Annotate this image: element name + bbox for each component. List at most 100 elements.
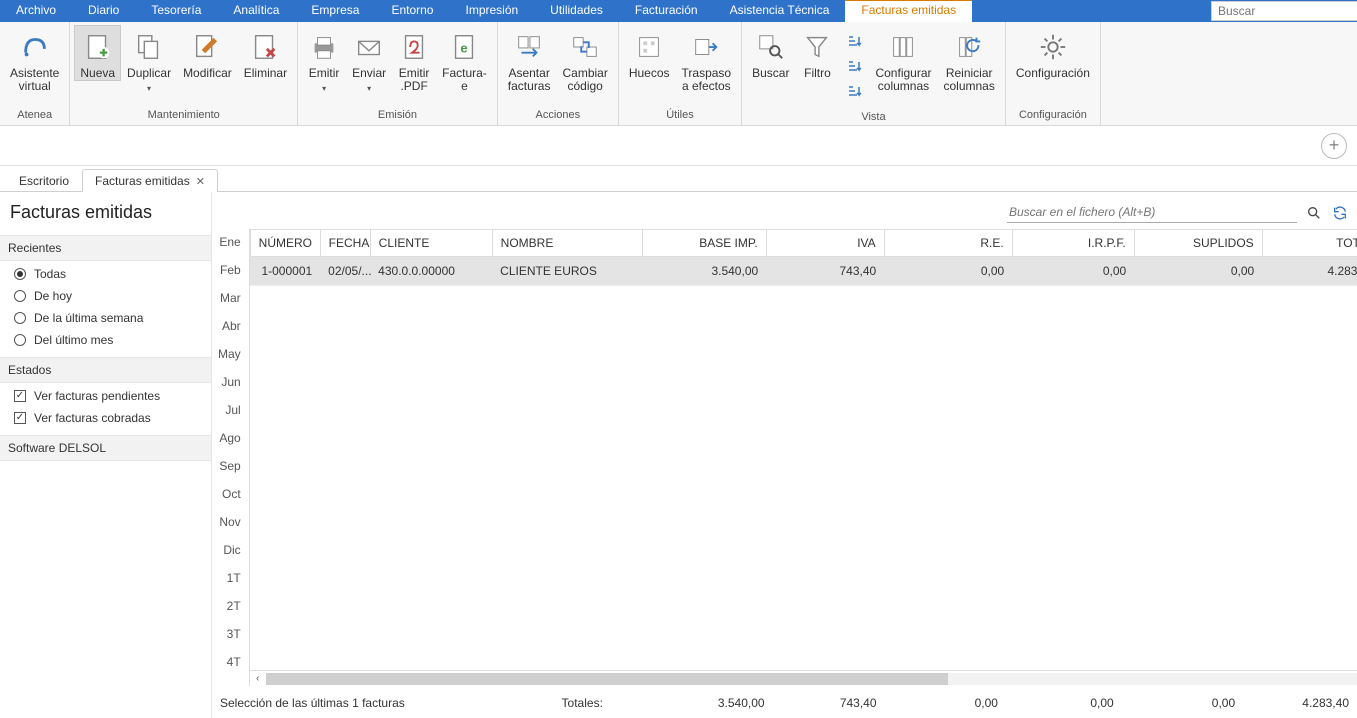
month-oct[interactable]: Oct — [218, 487, 241, 501]
refresh-icon[interactable] — [1331, 204, 1349, 222]
month-3t[interactable]: 3T — [218, 627, 241, 641]
menu-bar: ArchivoDiarioTesoreríaAnalíticaEmpresaEn… — [0, 0, 1357, 22]
sort-clear-icon[interactable] — [843, 81, 865, 103]
col-irpf[interactable]: I.R.P.F. — [1012, 230, 1134, 257]
configuracion-button[interactable]: Configuración — [1010, 25, 1096, 80]
ribbon-group-label: Vista — [746, 109, 1001, 127]
month-4t[interactable]: 4T — [218, 655, 241, 669]
table-row[interactable]: 1-00000102/05/...430.0.0.00000CLIENTE EU… — [250, 257, 1357, 286]
sort-desc-icon[interactable] — [843, 56, 865, 78]
month-sep[interactable]: Sep — [218, 459, 241, 473]
menu-facturación[interactable]: Facturación — [619, 0, 714, 22]
dropdown-icon: ▾ — [147, 82, 151, 95]
menu-asistencia-técnica[interactable]: Asistencia Técnica — [714, 0, 846, 22]
filter-de-hoy[interactable]: De hoy — [14, 289, 207, 303]
sidebar-footer[interactable]: Software DELSOL — [0, 435, 211, 461]
filter-del-último-mes[interactable]: Del último mes — [14, 333, 207, 347]
reiniciar-columnas-button[interactable]: Reiniciarcolumnas — [938, 25, 1001, 93]
scroll-thumb[interactable] — [266, 673, 949, 685]
menu-impresión[interactable]: Impresión — [449, 0, 534, 22]
configurar-columnas-button[interactable]: Configurarcolumnas — [869, 25, 937, 93]
month-2t[interactable]: 2T — [218, 599, 241, 613]
filtro-button[interactable]: Filtro — [795, 25, 839, 80]
col-re[interactable]: R.E. — [884, 230, 1012, 257]
button-label: Modificar — [183, 67, 232, 80]
sort-asc-icon[interactable] — [843, 31, 865, 53]
duplicar-button[interactable]: Duplicar▾ — [121, 25, 177, 95]
eliminar-icon — [250, 29, 280, 65]
cambiar-codigo-button[interactable]: Cambiarcódigo — [556, 25, 613, 93]
menu-facturas-emitidas[interactable]: Facturas emitidas — [845, 0, 972, 22]
sort-buttons — [839, 25, 869, 109]
data-grid[interactable]: NÚMEROFECHACLIENTENOMBREBASE IMP.IVAR.E.… — [250, 229, 1357, 670]
month-jun[interactable]: Jun — [218, 375, 241, 389]
traspaso-efectos-button[interactable]: Traspasoa efectos — [676, 25, 738, 93]
enviar-button[interactable]: Enviar▾ — [346, 25, 392, 95]
button-label: Buscar — [752, 67, 789, 80]
ribbon: AsistentevirtualAteneaNuevaDuplicar▾Modi… — [0, 22, 1357, 126]
filtro-icon — [802, 29, 832, 65]
duplicar-icon — [134, 29, 164, 65]
col-nombre[interactable]: NOMBRE — [492, 230, 642, 257]
eliminar-button[interactable]: Eliminar — [238, 25, 293, 80]
add-button[interactable]: + — [1321, 133, 1347, 159]
menu-entorno[interactable]: Entorno — [375, 0, 449, 22]
emitir-button[interactable]: Emitir▾ — [302, 25, 346, 95]
month-feb[interactable]: Feb — [218, 263, 241, 277]
nueva-button[interactable]: Nueva — [74, 25, 121, 81]
page-title: Facturas emitidas — [0, 192, 211, 235]
total-suplidos: 0,00 — [1114, 696, 1235, 710]
month-may[interactable]: May — [218, 347, 241, 361]
file-search-input[interactable] — [1007, 202, 1297, 223]
emitir-icon — [309, 29, 339, 65]
tab-escritorio[interactable]: Escritorio — [6, 169, 82, 192]
emitir-pdf-button[interactable]: Emitir.PDF — [392, 25, 436, 93]
col-iva[interactable]: IVA — [766, 230, 884, 257]
col-numero[interactable]: NÚMERO — [250, 230, 320, 257]
modificar-icon — [192, 29, 222, 65]
radio-icon — [14, 334, 26, 346]
menu-diario[interactable]: Diario — [72, 0, 135, 22]
button-label: Filtro — [804, 67, 831, 80]
asistente-virtual-icon — [20, 29, 50, 65]
month-jul[interactable]: Jul — [218, 403, 241, 417]
month-ago[interactable]: Ago — [218, 431, 241, 445]
month-nov[interactable]: Nov — [218, 515, 241, 529]
month-ene[interactable]: Ene — [218, 235, 241, 249]
menu-utilidades[interactable]: Utilidades — [534, 0, 619, 22]
factura-e-button[interactable]: eFactura-e — [436, 25, 493, 93]
state-ver-facturas-cobradas[interactable]: Ver facturas cobradas — [14, 411, 207, 425]
modificar-button[interactable]: Modificar — [177, 25, 238, 80]
month-abr[interactable]: Abr — [218, 319, 241, 333]
menu-empresa[interactable]: Empresa — [295, 0, 375, 22]
close-icon[interactable]: ✕ — [196, 175, 205, 188]
state-ver-facturas-pendientes[interactable]: Ver facturas pendientes — [14, 389, 207, 403]
scroll-track[interactable] — [266, 673, 1357, 685]
menu-archivo[interactable]: Archivo — [0, 0, 72, 22]
ribbon-group-útiles: HuecosTraspasoa efectos Útiles — [619, 22, 742, 125]
month-dic[interactable]: Dic — [218, 543, 241, 557]
menu-tesorería[interactable]: Tesorería — [135, 0, 217, 22]
month-mar[interactable]: Mar — [218, 291, 241, 305]
col-base[interactable]: BASE IMP. — [642, 230, 766, 257]
huecos-button[interactable]: Huecos — [623, 25, 676, 80]
asistente-virtual-button[interactable]: Asistentevirtual — [4, 25, 65, 93]
col-fecha[interactable]: FECHA — [320, 230, 370, 257]
search-icon[interactable] — [1305, 204, 1323, 222]
filter-de-la-última-semana[interactable]: De la última semana — [14, 311, 207, 325]
col-total[interactable]: TOTAL — [1262, 230, 1357, 257]
month-1t[interactable]: 1T — [218, 571, 241, 585]
tab-facturas-emitidas[interactable]: Facturas emitidas✕ — [82, 169, 218, 192]
filter-todas[interactable]: Todas — [14, 267, 207, 281]
scroll-left-icon[interactable]: ‹ — [250, 673, 266, 684]
ribbon-group-label: Útiles — [623, 107, 737, 125]
sub-toolbar: + — [0, 126, 1357, 166]
top-search-input[interactable] — [1211, 1, 1357, 21]
col-cliente[interactable]: CLIENTE — [370, 230, 492, 257]
menu-analítica[interactable]: Analítica — [217, 0, 295, 22]
col-suplidos[interactable]: SUPLIDOS — [1134, 230, 1262, 257]
asentar-facturas-button[interactable]: Asentarfacturas — [502, 25, 557, 93]
ribbon-group-label: Mantenimiento — [74, 107, 293, 125]
horizontal-scrollbar[interactable]: ‹ › — [250, 670, 1357, 686]
buscar-button[interactable]: Buscar — [746, 25, 795, 80]
